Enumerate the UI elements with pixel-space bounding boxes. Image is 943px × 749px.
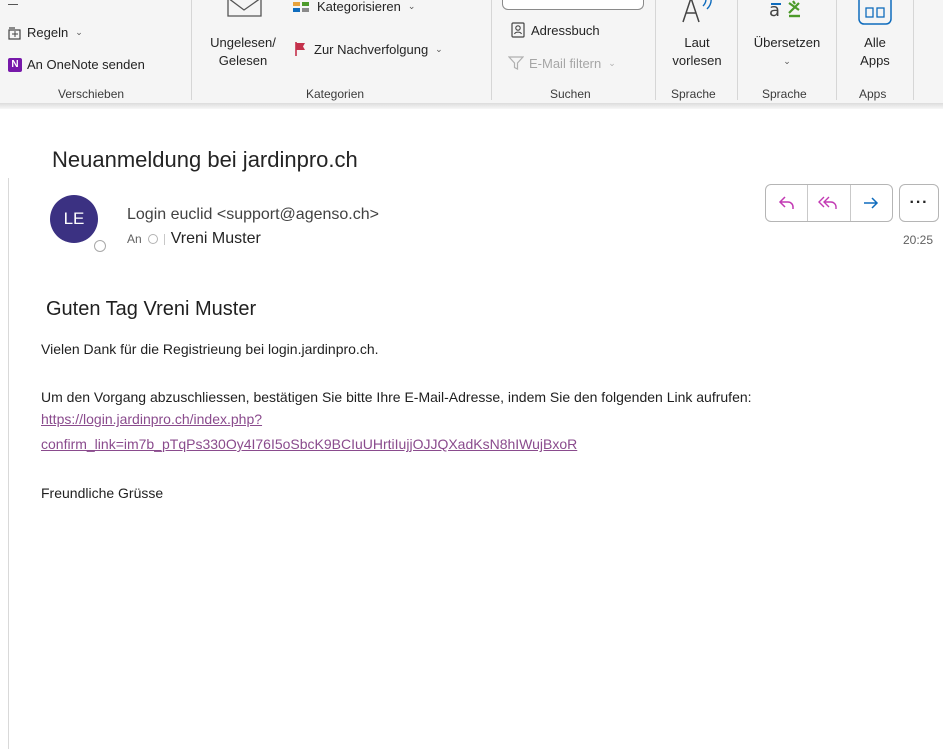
ribbon-separator — [913, 0, 914, 100]
chevron-down-icon: ⌄ — [435, 43, 443, 54]
closing-text: Freundliche Grüsse — [41, 485, 164, 501]
follow-up-label: Zur Nachverfolgung — [314, 41, 429, 57]
more-actions-button[interactable]: ··· — [899, 184, 939, 222]
translate-button[interactable]: Übersetzen ⌄ — [744, 34, 830, 70]
chevron-down-icon: ⌄ — [407, 1, 416, 11]
ellipsis-icon: ··· — [909, 194, 929, 211]
group-label-apps: Apps — [859, 87, 887, 101]
presence-status-icon — [92, 238, 108, 254]
filter-email-label: E-Mail filtern — [529, 55, 602, 71]
read-unread-label-2: Gelesen — [218, 53, 268, 68]
ribbon-separator — [191, 0, 192, 100]
reply-button[interactable] — [766, 185, 809, 221]
categorize-label: Kategorisieren — [317, 0, 401, 14]
ribbon-separator — [836, 0, 837, 100]
all-apps-button[interactable]: Alle Apps — [845, 34, 905, 70]
onenote-icon: N — [8, 57, 22, 72]
message-time: 20:25 — [903, 233, 934, 247]
categorize-icon — [293, 1, 309, 12]
envelope-icon — [227, 0, 262, 17]
read-unread-button[interactable]: Ungelesen/ Gelesen — [200, 34, 286, 70]
ribbon: Regeln ⌄ N An OneNote senden Verschieben … — [0, 0, 943, 105]
ribbon-separator — [655, 0, 656, 100]
send-to-onenote-button[interactable]: N An OneNote senden — [8, 57, 145, 72]
to-label: An — [127, 232, 142, 246]
filter-email-button[interactable]: E-Mail filtern ⌄ — [508, 55, 616, 71]
sender-name[interactable]: Login euclid <support@agenso.ch> — [127, 206, 379, 224]
reading-pane-border — [8, 178, 9, 749]
reply-all-icon — [817, 196, 837, 209]
onenote-label: An OneNote senden — [27, 57, 145, 72]
categorize-button[interactable]: Kategorisieren ⌄ — [292, 0, 415, 14]
group-label-language: Sprache — [762, 87, 807, 101]
recipient-name[interactable]: Vreni Muster — [171, 230, 261, 248]
recipients-line: An Vreni Muster — [127, 230, 261, 248]
recipient-presence-icon — [147, 234, 158, 244]
read-aloud-icon — [682, 0, 712, 23]
group-label-find: Suchen — [550, 87, 591, 101]
translate-label: Übersetzen — [753, 35, 821, 50]
address-book-label: Adressbuch — [531, 22, 600, 38]
follow-up-button[interactable]: Zur Nachverfolgung ⌄ — [293, 41, 443, 57]
forward-button[interactable] — [851, 185, 892, 221]
recipient-divider — [163, 233, 165, 245]
chevron-down-icon: ⌄ — [75, 27, 83, 37]
read-unread-label-1: Ungelesen/ — [210, 35, 276, 50]
address-book-icon — [511, 22, 525, 38]
read-aloud-label-2: vorlesen — [672, 53, 722, 68]
ribbon-top-icon-stub — [8, 4, 18, 5]
address-book-button[interactable]: Adressbuch — [510, 22, 600, 38]
ribbon-shadow — [0, 103, 943, 109]
avatar-initials: LE — [63, 209, 85, 228]
chevron-down-icon: ⌄ — [608, 57, 616, 68]
greeting: Guten Tag Vreni Muster — [46, 298, 257, 320]
reply-all-button[interactable] — [808, 185, 851, 221]
search-box[interactable] — [502, 0, 644, 10]
filter-icon — [508, 56, 524, 70]
confirmation-link-line-1[interactable]: https://login.jardinpro.ch/index.php? — [41, 411, 262, 427]
rules-button[interactable]: Regeln ⌄ — [8, 25, 83, 40]
group-label-tags: Kategorien — [306, 87, 365, 101]
forward-icon — [864, 197, 879, 209]
read-aloud-label-1: Laut — [684, 35, 710, 50]
flag-icon — [295, 42, 305, 56]
rules-label: Regeln — [27, 25, 69, 40]
ribbon-separator — [737, 0, 738, 100]
confirmation-link-line-2[interactable]: confirm_link=im7b_pTqPs330Oy4I76I5oSbcK9… — [41, 436, 577, 452]
all-apps-label-2: Apps — [860, 53, 890, 68]
message-actions — [765, 184, 893, 222]
reply-icon — [778, 196, 794, 209]
chevron-down-icon: ⌄ — [783, 56, 791, 66]
group-label-move: Verschieben — [58, 87, 125, 101]
all-apps-icon — [858, 0, 892, 25]
thanks-text: Vielen Dank für die Registrieung bei log… — [41, 341, 379, 357]
read-aloud-button[interactable]: Laut vorlesen — [664, 34, 730, 70]
avatar[interactable]: LE — [50, 195, 98, 243]
rules-icon — [8, 26, 21, 40]
ribbon-separator — [491, 0, 492, 100]
message-subject: Neuanmeldung bei jardinpro.ch — [52, 147, 358, 172]
translate-icon: a — [769, 0, 800, 20]
instruction-text: Um den Vorgang abzuschliessen, bestätige… — [41, 389, 752, 405]
all-apps-label-1: Alle — [864, 35, 886, 50]
group-label-speech: Sprache — [671, 87, 716, 101]
